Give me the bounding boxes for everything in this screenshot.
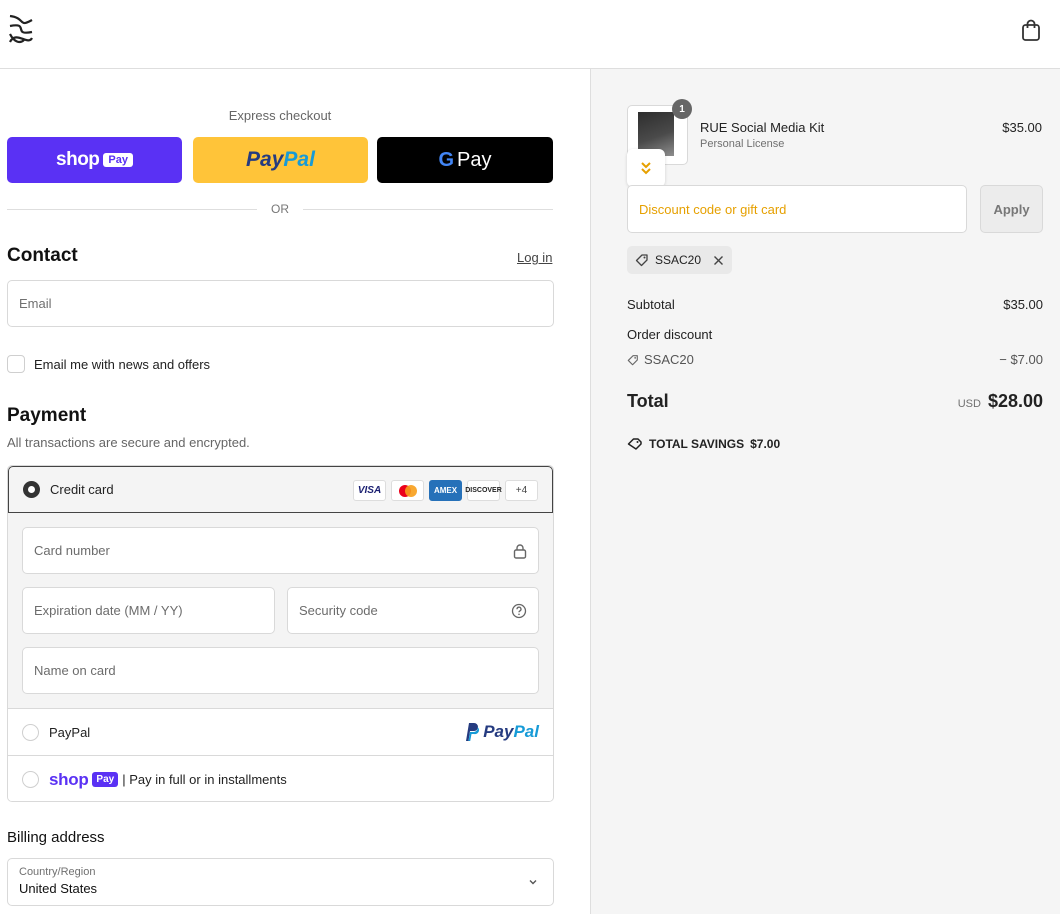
discount-code-field[interactable]: Discount code or gift card [627, 185, 967, 233]
paypal-logo-pay: Pay [246, 148, 284, 171]
product-variant: Personal License [700, 138, 785, 150]
total-row: Total USD $28.00 [627, 391, 1043, 412]
discount-code-row: SSAC20 − $7.00 [627, 352, 1043, 367]
close-icon [714, 255, 724, 265]
security-code-field[interactable]: Security code [287, 587, 539, 634]
payment-methods: Credit card VISA AMEX DISCOVER +4 Card n… [7, 465, 554, 802]
or-label: OR [271, 202, 289, 216]
apply-button[interactable]: Apply [980, 185, 1043, 233]
credit-card-option[interactable]: Credit card VISA AMEX DISCOVER +4 [8, 466, 553, 513]
quantity-badge: 1 [672, 99, 692, 119]
product-name: RUE Social Media Kit [700, 120, 825, 135]
help-icon[interactable] [511, 603, 527, 619]
card-number-field[interactable]: Card number [22, 527, 539, 574]
paypal-logo: PayPal [463, 722, 539, 742]
savings-tag-icon [627, 438, 642, 450]
paypal-option[interactable]: PayPal PayPal [8, 709, 553, 756]
installments-text: | Pay in full or in installments [122, 772, 287, 787]
collapse-summary-button[interactable] [627, 149, 665, 187]
subtotal-value: $35.00 [1003, 297, 1043, 312]
paypal-label: PayPal [49, 724, 91, 740]
discount-code-label: SSAC20 [644, 352, 694, 367]
discount-value: − $7.00 [999, 352, 1043, 367]
shop-pay-radio[interactable] [22, 771, 39, 788]
applied-code: SSAC20 [655, 253, 702, 267]
shop-pay-installments-option[interactable]: shop Pay | Pay in full or in installment… [8, 756, 553, 801]
shopping-bag-icon[interactable] [1020, 18, 1042, 42]
google-pay-word: Pay [457, 148, 492, 171]
lock-icon [513, 543, 527, 559]
newsletter-option: Email me with news and offers [7, 355, 210, 373]
expiration-field[interactable]: Expiration date (MM / YY) [22, 587, 275, 634]
name-on-card-field[interactable]: Name on card [22, 647, 539, 694]
contact-heading: Contact [7, 245, 78, 266]
paypal-radio[interactable] [22, 723, 39, 741]
express-checkout-title: Express checkout [228, 108, 332, 123]
subtotal-label: Subtotal [627, 297, 675, 312]
newsletter-label: Email me with news and offers [34, 356, 211, 372]
google-g-icon: G [438, 148, 455, 171]
billing-address-heading: Billing address [7, 829, 105, 846]
email-field[interactable]: Email [7, 280, 554, 327]
amex-icon: AMEX [429, 480, 462, 501]
remove-discount-button[interactable] [713, 255, 724, 266]
chevrons-down-icon [641, 162, 651, 175]
payment-heading: Payment [7, 405, 87, 426]
paypal-logo-pal-text: Pal [513, 722, 539, 741]
more-cards-badge: +4 [505, 480, 538, 501]
country-label: Country/Region [19, 866, 96, 878]
shop-pay-tag: Pay [103, 153, 133, 167]
shop-pay-button[interactable]: shop Pay [7, 137, 182, 183]
shop-pay-logo-word: shop [49, 769, 89, 789]
order-discount-label: Order discount [627, 327, 713, 342]
order-discount-row: Order discount [627, 327, 1043, 342]
shop-pay-installments-label: shop Pay | Pay in full or in installment… [49, 770, 287, 790]
card-brands: VISA AMEX DISCOVER +4 [353, 480, 538, 501]
tag-icon [627, 354, 638, 365]
email-placeholder: Email [19, 296, 52, 311]
tag-icon [635, 254, 648, 267]
google-pay-button[interactable]: G Pay [377, 137, 553, 183]
credit-card-form: Card number Expiration date (MM / YY) Se… [8, 513, 553, 709]
chevron-down-icon [529, 880, 537, 885]
name-on-card-placeholder: Name on card [34, 663, 116, 678]
store-logo-icon[interactable] [6, 12, 38, 48]
currency-code: USD [957, 398, 981, 410]
or-divider: OR [7, 202, 553, 216]
total-value: $28.00 [987, 391, 1043, 411]
shop-pay-word: shop [56, 149, 100, 170]
total-savings: TOTAL SAVINGS $7.00 [627, 437, 780, 451]
paypal-p-icon [466, 723, 480, 741]
newsletter-checkbox[interactable] [7, 355, 25, 373]
applied-discount-chip: SSAC20 [627, 246, 733, 274]
order-summary: 1 RUE Social Media Kit Personal License … [590, 69, 1060, 914]
country-value: United States [19, 881, 98, 896]
subtotal-row: Subtotal $35.00 [627, 297, 1043, 312]
mastercard-icon [391, 480, 424, 501]
visa-icon: VISA [353, 480, 386, 501]
security-code-placeholder: Security code [299, 603, 378, 618]
discover-icon: DISCOVER [465, 480, 502, 501]
savings-value: $7.00 [750, 437, 781, 451]
paypal-logo-pal: Pal [283, 148, 315, 171]
country-select[interactable]: Country/Region United States [7, 858, 554, 906]
expiration-placeholder: Expiration date (MM / YY) [34, 603, 183, 618]
paypal-express-button[interactable]: Pay Pal [193, 137, 368, 183]
total-label: Total [627, 391, 669, 411]
login-link[interactable]: Log in [517, 250, 552, 265]
product-price: $35.00 [1002, 120, 1042, 135]
savings-label: TOTAL SAVINGS [649, 437, 745, 451]
paypal-logo-pay-text: Pay [483, 722, 514, 741]
payment-subtitle: All transactions are secure and encrypte… [7, 435, 250, 450]
checkout-form: Express checkout shop Pay Pay Pal G Pay … [0, 69, 590, 914]
card-number-placeholder: Card number [34, 543, 110, 558]
credit-card-label: Credit card [50, 482, 114, 497]
credit-card-radio[interactable] [23, 481, 40, 498]
discount-placeholder: Discount code or gift card [639, 201, 787, 217]
shop-pay-logo-tag: Pay [92, 772, 119, 787]
header [0, 0, 1060, 69]
